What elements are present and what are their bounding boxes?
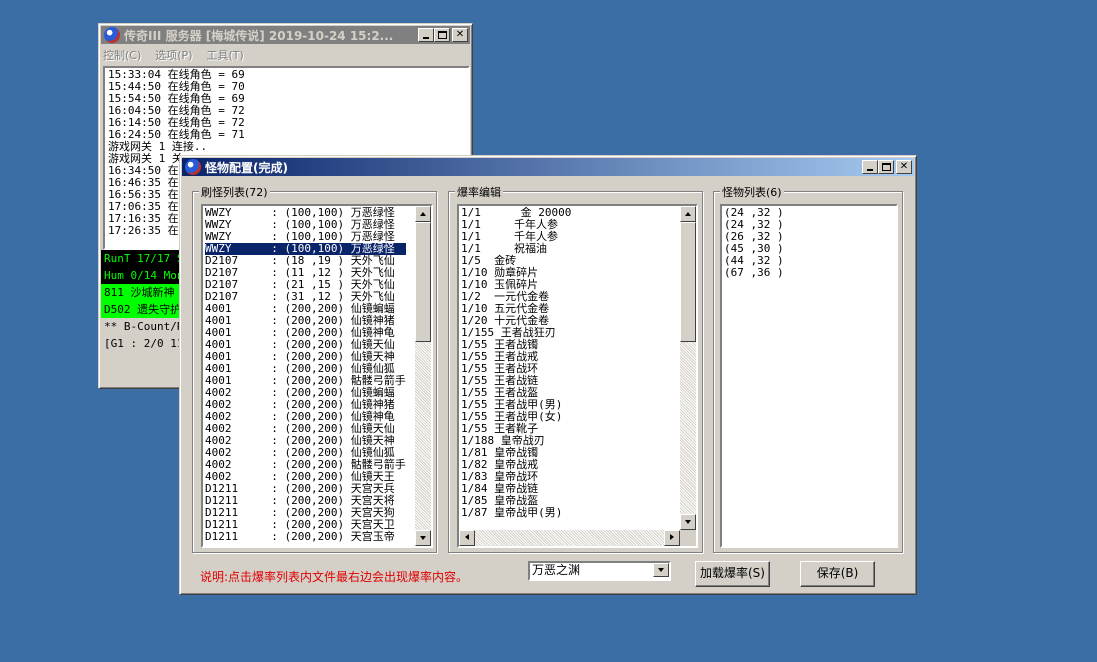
- scroll-up-button[interactable]: [415, 206, 431, 222]
- maximize-button[interactable]: [434, 28, 450, 42]
- minimize-icon: [867, 169, 873, 171]
- maximize-icon: [438, 31, 447, 39]
- arrow-left-icon: [465, 534, 469, 540]
- monster-config-window: 怪物配置(完成) ✕ 刷怪列表(72) WWZY : (100,100) 万恶绿…: [179, 155, 917, 595]
- drop-rate-label: 爆率编辑: [455, 184, 503, 200]
- spawn-list-rows: WWZY : (100,100) 万恶绿怪 WWZY : (100,100) 万恶…: [205, 207, 406, 543]
- minimize-button[interactable]: [418, 28, 434, 42]
- scroll-corner: [680, 530, 696, 546]
- menu-control[interactable]: 控制(C): [103, 47, 141, 63]
- spawn-list-label: 刷怪列表(72): [199, 184, 270, 200]
- arrow-down-icon: [420, 536, 426, 540]
- monster-listbox[interactable]: (24 ,32 ) (24 ,32 ) (26 ,32 ) (45 ,30 ) (44 …: [720, 204, 898, 548]
- spawn-listbox[interactable]: WWZY : (100,100) 万恶绿怪 WWZY : (100,100) 万恶…: [201, 204, 433, 548]
- minimize-button[interactable]: [862, 160, 878, 174]
- arrow-up-icon: [420, 212, 426, 216]
- app-logo-icon: [104, 27, 120, 43]
- monster-title-bar[interactable]: 怪物配置(完成) ✕: [182, 158, 914, 176]
- list-item[interactable]: (67 ,36 ): [724, 267, 784, 279]
- arrow-down-icon: [685, 520, 691, 524]
- maximize-button[interactable]: [878, 160, 894, 174]
- dropdown-button[interactable]: [653, 563, 669, 577]
- map-select[interactable]: 万恶之渊: [528, 561, 671, 581]
- menu-tools[interactable]: 工具(T): [206, 47, 243, 63]
- drop-rate-rows: 1/1 金 20000 1/1 千年人参 1/1 千年人参 1/1 祝福油 1/5 金砖…: [461, 207, 571, 519]
- scroll-down-button[interactable]: [680, 514, 696, 530]
- close-icon: ✕: [455, 29, 465, 40]
- server-title-bar[interactable]: 传奇III 服务器 [梅城传说] 2019-10-24 15:2... ✕: [101, 26, 470, 44]
- drop-vscroll[interactable]: [680, 206, 696, 530]
- maximize-icon: [882, 163, 891, 171]
- drop-rate-group: 爆率编辑 1/1 金 20000 1/1 千年人参 1/1 千年人参 1/1 祝福油 1…: [448, 184, 703, 553]
- menu-options[interactable]: 选项(P): [155, 47, 192, 63]
- arrow-right-icon: [670, 534, 674, 540]
- list-item[interactable]: 1/87 皇帝战甲(男): [461, 507, 571, 519]
- minimize-icon: [423, 37, 429, 39]
- scroll-left-button[interactable]: [459, 530, 475, 546]
- scroll-down-button[interactable]: [415, 530, 431, 546]
- list-item[interactable]: D1211 : (200,200) 天宫玉帝: [205, 531, 406, 543]
- scroll-thumb[interactable]: [415, 222, 431, 342]
- close-button[interactable]: ✕: [896, 160, 912, 174]
- scroll-thumb[interactable]: [680, 222, 696, 342]
- save-button[interactable]: 保存(B): [800, 561, 875, 587]
- chevron-down-icon: [658, 568, 664, 572]
- scroll-up-button[interactable]: [680, 206, 696, 222]
- usage-note: 说明:点击爆率列表内文件最右边会出现爆率内容。: [200, 570, 469, 584]
- monster-list-rows: (24 ,32 ) (24 ,32 ) (26 ,32 ) (45 ,30 ) (44 …: [724, 207, 784, 279]
- close-icon: ✕: [899, 161, 909, 172]
- spawn-list-group: 刷怪列表(72) WWZY : (100,100) 万恶绿怪 WWZY : (10…: [192, 184, 437, 553]
- monster-window-title: 怪物配置(完成): [205, 160, 288, 175]
- close-button[interactable]: ✕: [452, 28, 468, 42]
- load-drop-rate-button[interactable]: 加载爆率(S): [695, 561, 770, 587]
- app-logo-icon: [185, 159, 201, 175]
- drop-hscroll[interactable]: [459, 530, 680, 546]
- map-select-value: 万恶之渊: [532, 563, 581, 577]
- drop-rate-editor[interactable]: 1/1 金 20000 1/1 千年人参 1/1 千年人参 1/1 祝福油 1/5 金砖…: [457, 204, 698, 548]
- scroll-right-button[interactable]: [664, 530, 680, 546]
- server-window-title: 传奇III 服务器 [梅城传说] 2019-10-24 15:2...: [124, 28, 394, 43]
- server-menu-bar: 控制(C) 选项(P) 工具(T): [99, 46, 472, 64]
- monster-list-label: 怪物列表(6): [720, 184, 784, 200]
- spawn-vscroll[interactable]: [415, 206, 431, 546]
- arrow-up-icon: [685, 212, 691, 216]
- monster-list-group: 怪物列表(6) (24 ,32 ) (24 ,32 ) (26 ,32 ) (45 ,…: [713, 184, 903, 553]
